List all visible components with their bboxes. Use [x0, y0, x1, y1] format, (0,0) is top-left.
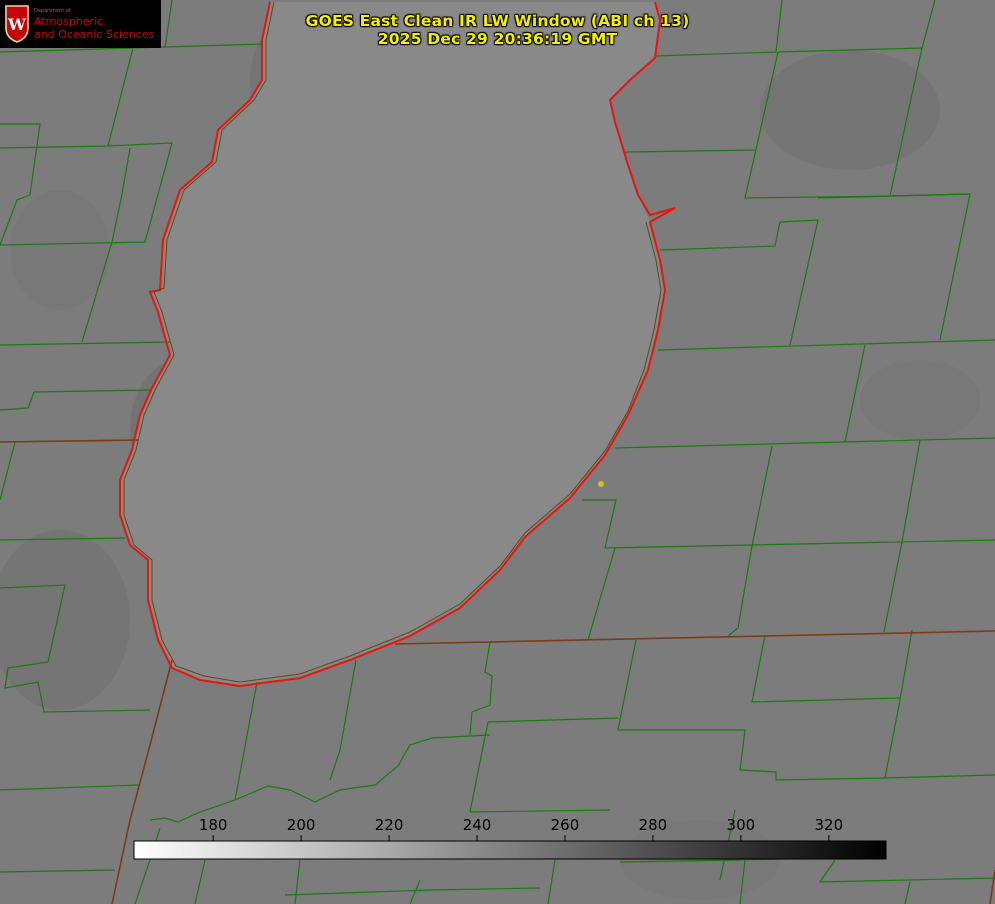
- station-dot-icon: [598, 481, 604, 487]
- colorbar-tick-label: 220: [375, 816, 404, 834]
- aos-logo[interactable]: W Department of Atmospheric and Oceanic …: [0, 0, 161, 48]
- svg-text:W: W: [7, 15, 27, 34]
- colorbar-tick-label: 260: [551, 816, 580, 834]
- uw-crest-icon: W: [5, 5, 29, 43]
- logo-line1: Atmospheric: [34, 15, 104, 28]
- satellite-image-viewer: 180 200 220 240 260 280 300 320 GOES East Clean…: [0, 0, 995, 904]
- colorbar: 180 200 220 240 260 280 300 320: [133, 816, 887, 860]
- logo-line2: and Oceanic Sciences: [34, 28, 155, 41]
- colorbar-tick-label: 180: [199, 816, 228, 834]
- colorbar-gradient: [133, 840, 887, 860]
- colorbar-tick-label: 300: [727, 816, 756, 834]
- lake-michigan: [120, 2, 665, 686]
- colorbar-tick-label: 280: [639, 816, 668, 834]
- colorbar-tick-label: 240: [463, 816, 492, 834]
- ir-map: 180 200 220 240 260 280 300 320: [0, 0, 995, 904]
- logo-department: Department of: [34, 8, 71, 14]
- colorbar-tick-label: 200: [287, 816, 316, 834]
- colorbar-tick-label: 320: [815, 816, 844, 834]
